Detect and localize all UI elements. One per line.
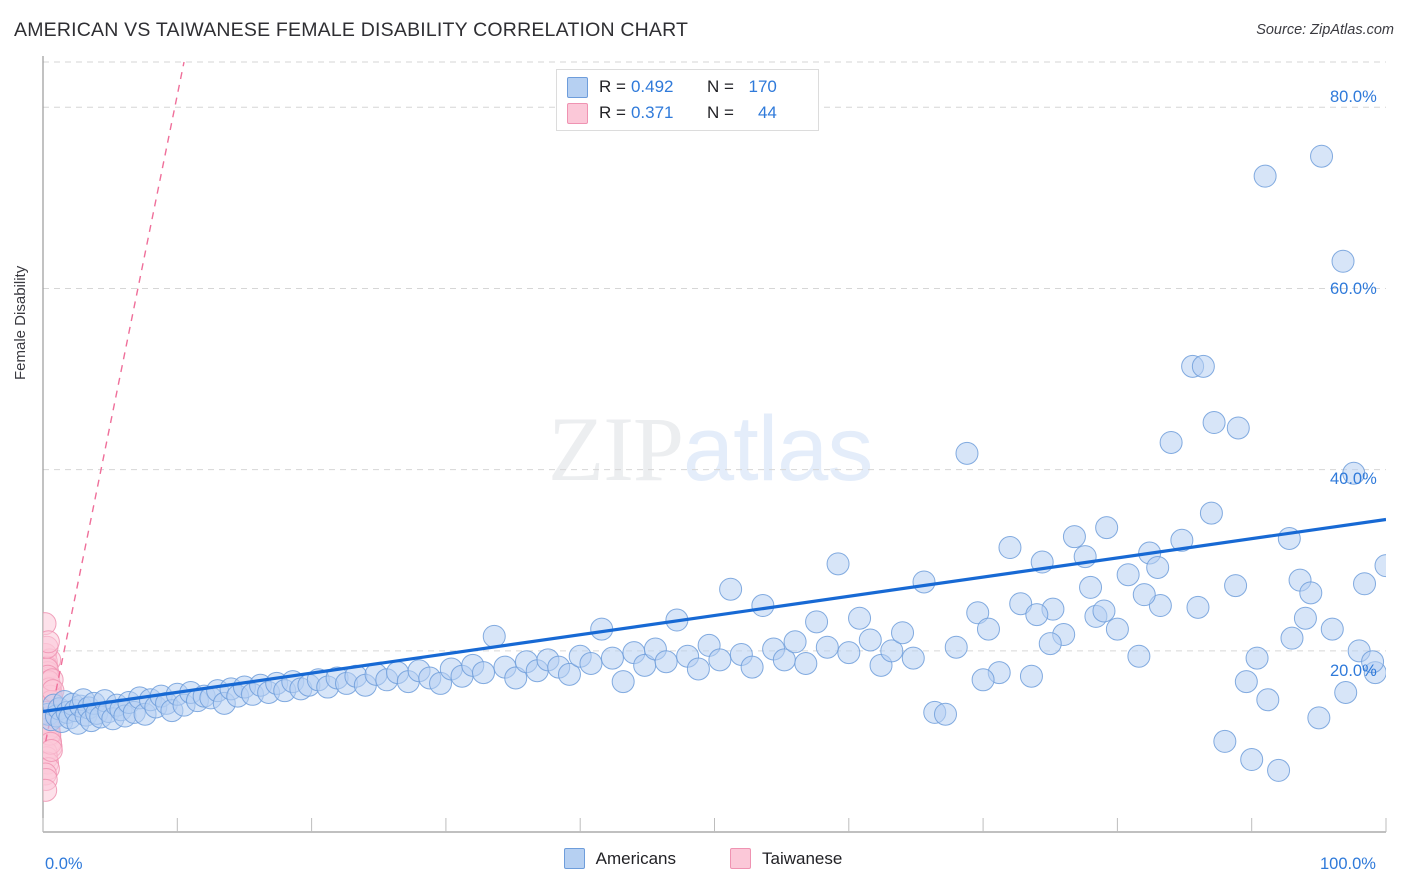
series-label-americans: Americans — [595, 848, 676, 868]
r-value-americans: 0.492 — [630, 77, 674, 96]
correlation-chart: AMERICAN VS TAIWANESE FEMALE DISABILITY … — [0, 0, 1406, 892]
n-value-americans: 170 — [748, 77, 777, 96]
n-label-americans: N = — [706, 77, 734, 96]
plot-area — [42, 56, 1387, 833]
y-tick-label-80: 80.0% — [1330, 88, 1377, 106]
series-label-taiwanese: Taiwanese — [761, 848, 843, 868]
legend-item-americans[interactable]: Americans — [563, 848, 676, 869]
legend-swatch-americans — [567, 76, 588, 98]
r-label-taiwanese: R = — [599, 103, 626, 122]
stat-row-taiwanese: R = 0.371 N = 44 — [567, 100, 808, 126]
r-value-taiwanese: 0.371 — [630, 103, 674, 122]
legend-swatch-taiwanese — [567, 102, 588, 124]
y-tick-label-60: 60.0% — [1330, 280, 1377, 298]
statistics-legend: R = 0.492 N = 170 R = 0.371 N = 44 — [556, 69, 819, 131]
y-tick-label-20: 20.0% — [1330, 662, 1377, 680]
stat-row-americans: R = 0.492 N = 170 — [567, 74, 808, 100]
n-label-taiwanese: N = — [706, 103, 734, 122]
y-tick-label-40: 40.0% — [1330, 470, 1377, 488]
legend-item-taiwanese[interactable]: Taiwanese — [729, 848, 843, 869]
n-value-taiwanese: 44 — [757, 103, 777, 122]
r-label-americans: R = — [599, 77, 626, 96]
series-legend: Americans Taiwanese — [0, 848, 1406, 869]
series-swatch-americans — [563, 848, 585, 869]
series-swatch-taiwanese — [729, 848, 751, 869]
